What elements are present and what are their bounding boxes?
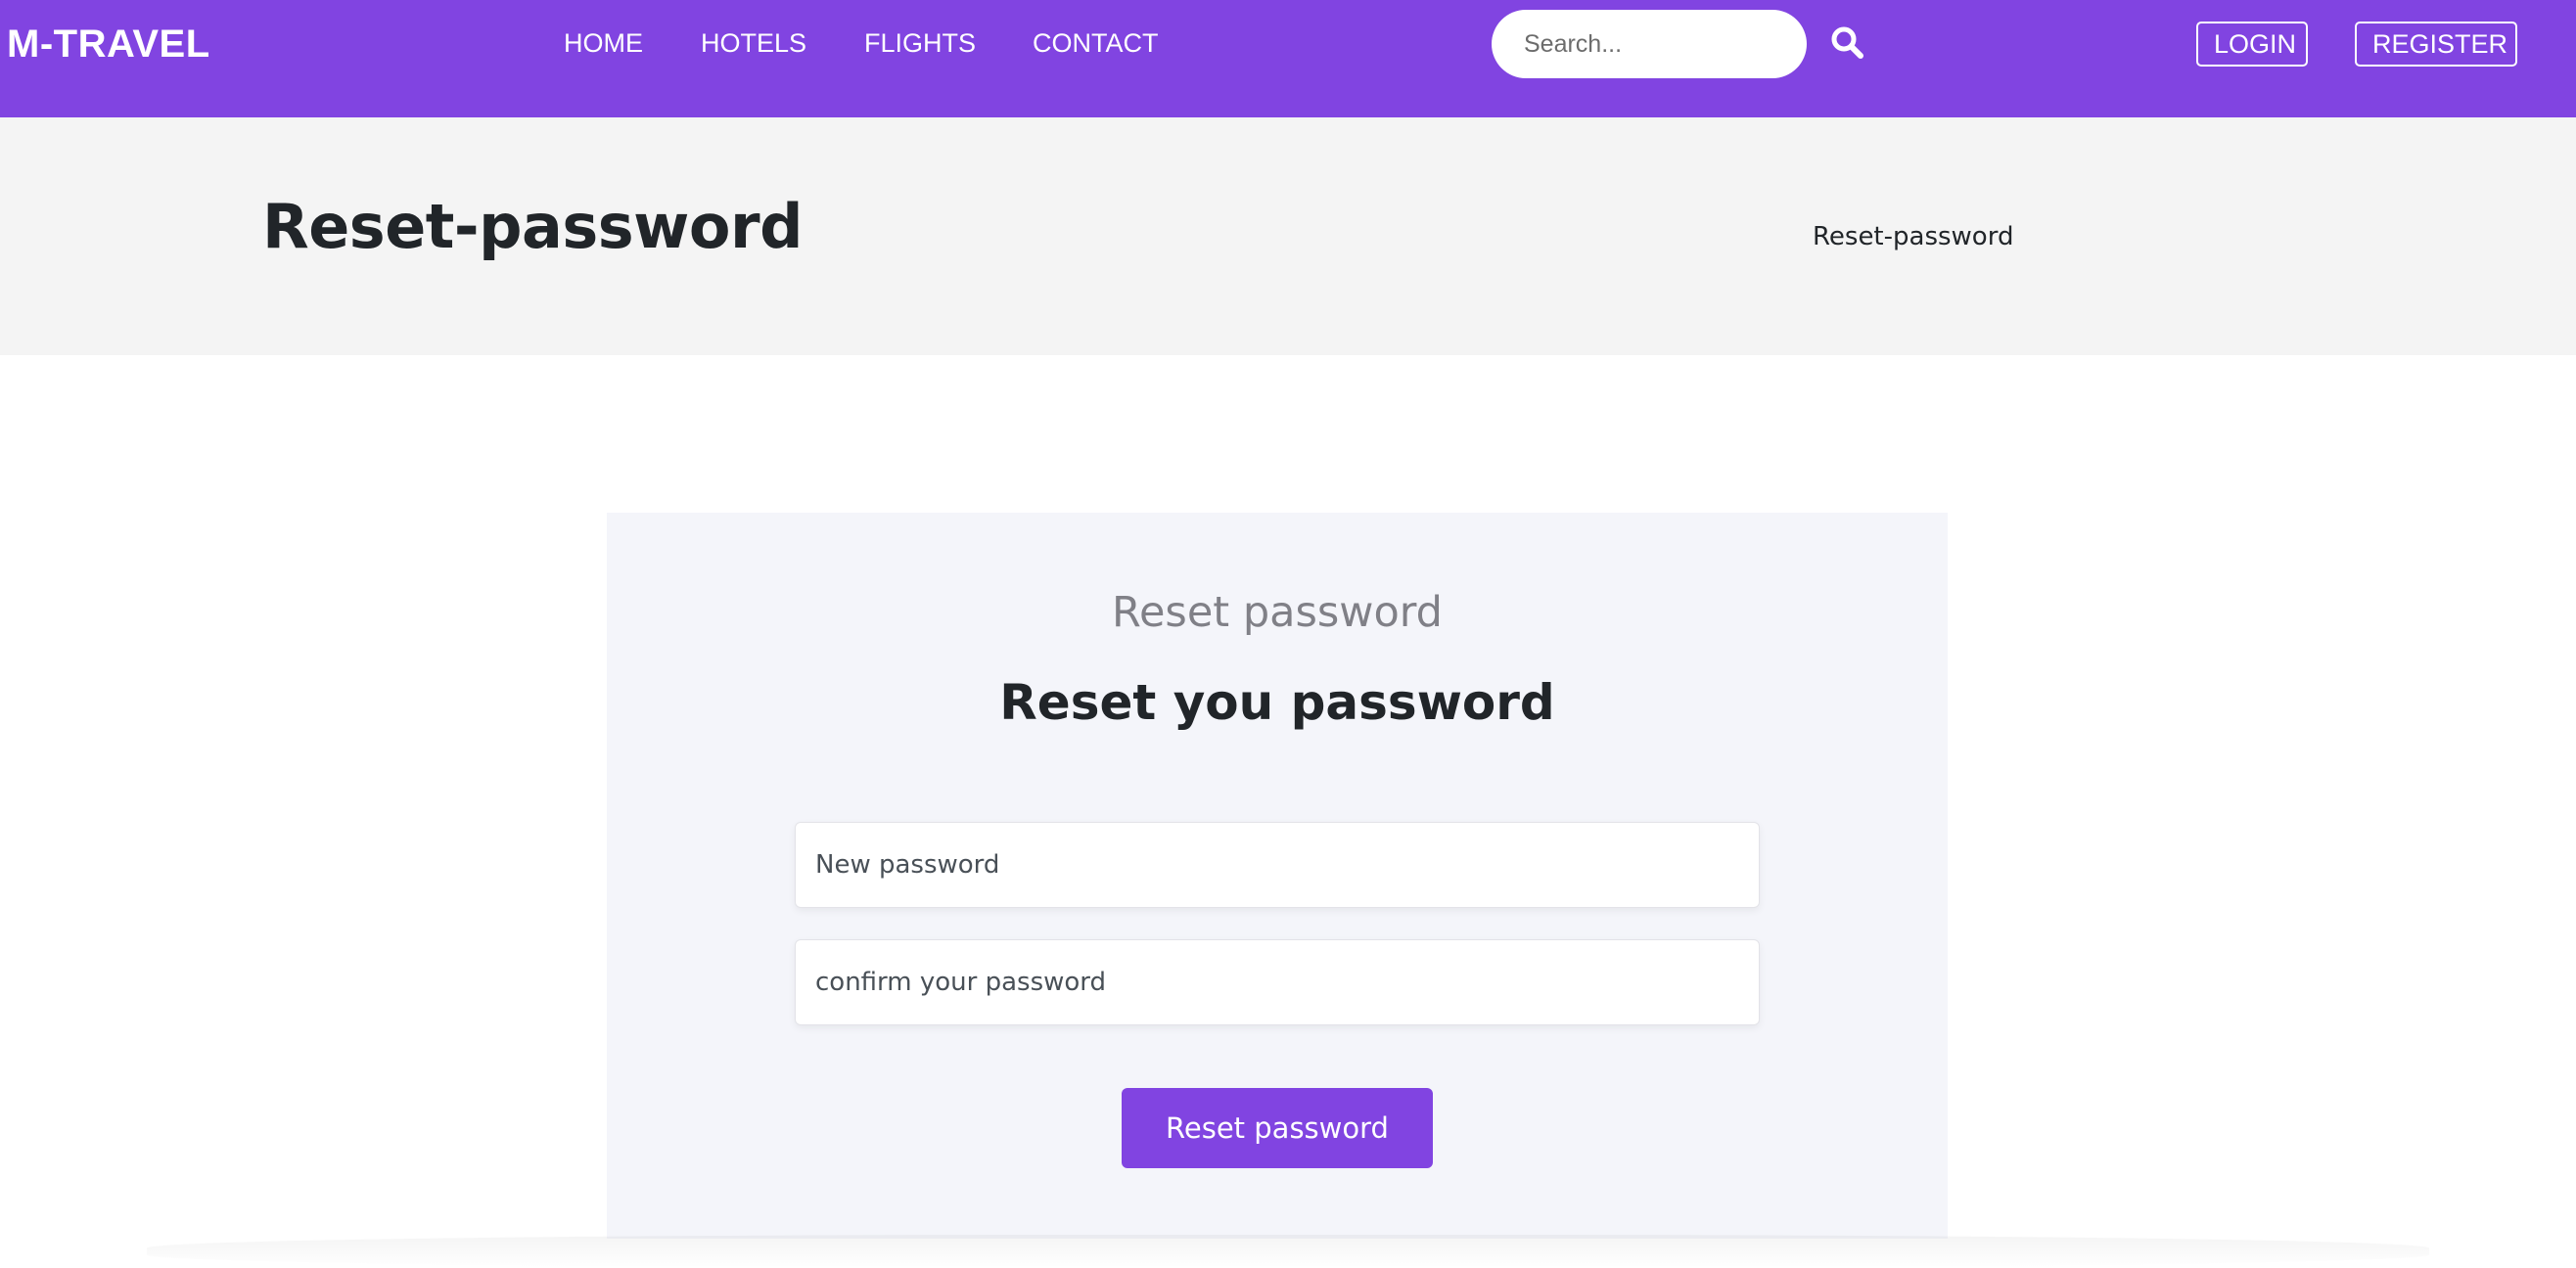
navbar: M-TRAVEL HOME HOTELS FLIGHTS CONTACT LOG… [0,0,2576,117]
register-button[interactable]: REGISTER [2355,22,2517,67]
new-password-field[interactable] [795,822,1760,908]
confirm-password-field[interactable] [795,939,1760,1025]
nav-link-flights[interactable]: FLIGHTS [864,23,976,63]
reset-password-button[interactable]: Reset password [1122,1088,1433,1168]
nav-link-contact[interactable]: CONTACT [1033,23,1159,63]
footer-shadow [147,1235,2429,1268]
login-button[interactable]: LOGIN [2196,22,2308,67]
form-title: Reset you password [999,674,1555,731]
site-logo[interactable]: M-TRAVEL [7,20,210,68]
page-title: Reset-password [262,191,803,262]
search-icon[interactable] [1830,25,1865,61]
page-banner: Reset-password Reset-password [0,117,2576,355]
reset-password-card: Reset password Reset you password Reset … [607,513,1948,1239]
form-subtitle: Reset password [1112,588,1443,637]
nav-link-hotels[interactable]: HOTELS [701,23,806,63]
search-input[interactable] [1492,10,1807,78]
nav-link-home[interactable]: HOME [564,23,643,63]
breadcrumb: Reset-password [1813,222,2014,251]
